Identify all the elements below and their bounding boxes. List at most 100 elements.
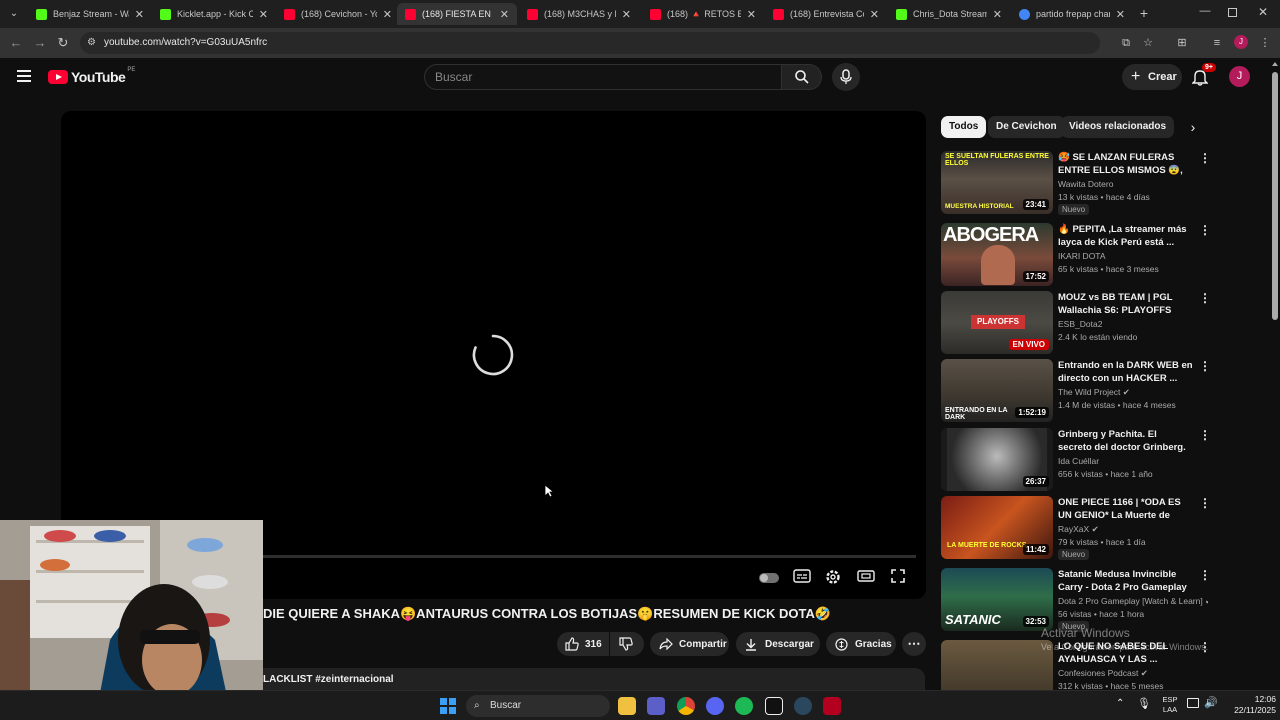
channel-name[interactable]: Wawita Dotero [1058,179,1208,189]
forward-icon[interactable]: → [32,35,48,51]
fullscreen-icon[interactable] [891,569,911,589]
video-thumbnail[interactable]: LA MUERTE DE ROCKS 11:42 [941,496,1053,559]
video-thumbnail[interactable]: ABOGERA 17:52 [941,223,1053,286]
search-button[interactable] [782,64,822,90]
windows-start-icon[interactable] [440,698,456,714]
browser-tab[interactable]: (168) M3CHAS y PAR ✕ [519,3,639,25]
close-window-button[interactable]: ✕ [1256,5,1270,21]
reload-icon[interactable]: ↻ [55,35,71,51]
channel-name[interactable]: Confesiones Podcast ✔ [1058,668,1208,679]
share-button[interactable]: Compartir [650,632,729,656]
more-options-icon[interactable]: ⋮ [1199,223,1211,237]
recommendation-item[interactable]: ENTRANDO EN LA DARK 1:52:19 Entrando en … [941,359,1221,423]
teams-icon[interactable] [647,697,665,715]
subtitles-icon[interactable] [793,569,813,589]
recommendation-item[interactable]: 26:37 Grinberg y Pachita. El secreto del… [941,428,1221,492]
browser-tab[interactable]: (168) 🔺 RETOS EXTR ✕ [642,3,764,25]
chrome-icon[interactable] [677,697,695,715]
more-options-icon[interactable]: ⋮ [1199,151,1211,165]
more-options-icon[interactable]: ⋮ [1199,359,1211,373]
close-icon[interactable]: ✕ [135,8,144,21]
close-icon[interactable]: ✕ [993,8,1002,21]
red-app-icon[interactable] [823,697,841,715]
video-thumbnail[interactable]: SATANIC 32:53 [941,568,1053,631]
browser-menu-icon[interactable]: ⋮ [1256,34,1274,52]
maximize-button[interactable] [1228,8,1237,17]
theater-mode-icon[interactable] [857,569,877,589]
channel-name[interactable]: IKARI DOTA [1058,251,1208,261]
more-actions-button[interactable]: ⋯ [902,632,926,656]
browser-tab[interactable]: (168) Cevichon - You ✕ [276,3,400,25]
description-box[interactable]: LACKLIST #zeinternacional [263,668,925,692]
bookmark-star-icon[interactable]: ☆ [1139,34,1157,52]
channel-name[interactable]: Dota 2 Pro Gameplay [Watch & Learn] ✔ [1058,596,1208,607]
settings-gear-icon[interactable] [825,569,845,589]
microphone-tray-icon[interactable]: 🎙 [1137,697,1151,710]
steam-icon[interactable] [794,697,812,715]
browser-tab[interactable]: (168) Entrevista Com ✕ [765,3,887,25]
channel-name[interactable]: ESB_Dota2 [1058,319,1208,329]
close-icon[interactable]: ✕ [500,8,509,21]
search-input[interactable]: Buscar [424,64,782,90]
chip-from-channel[interactable]: De Cevichon [988,116,1065,138]
close-icon[interactable]: ✕ [747,8,756,21]
recommendation-item[interactable]: SE SUELTAN FULERAS ENTRE ELLOS MUESTRA H… [941,151,1221,215]
browser-tab[interactable]: partido frepap charle ✕ [1011,3,1133,25]
voice-search-button[interactable] [832,63,860,91]
channel-name[interactable]: The Wild Project ✔ [1058,387,1208,398]
like-button[interactable]: 316 [557,632,609,656]
recommendation-item[interactable]: PLAYOFFS EN VIVO MOUZ vs BB TEAM | PGL W… [941,291,1221,355]
more-options-icon[interactable]: ⋮ [1199,291,1211,305]
page-scrollbar[interactable] [1270,58,1280,690]
channel-name[interactable]: Ida Cuéllar [1058,456,1208,466]
back-icon[interactable]: ← [8,35,24,51]
close-icon[interactable]: ✕ [383,8,392,21]
capcut-icon[interactable] [765,697,783,715]
more-options-icon[interactable]: ⋮ [1199,568,1211,582]
keyboard-language[interactable]: ESP LAA [1160,695,1180,715]
recommendation-item[interactable]: ABOGERA 17:52 🔥 PEPITA ,La streamer más … [941,223,1221,287]
dislike-button[interactable] [610,632,644,656]
more-options-icon[interactable]: ⋮ [1199,496,1211,510]
url-field[interactable]: ⚙ youtube.com/watch?v=G03uUA5nfrc [80,32,1100,54]
account-avatar[interactable]: J [1229,66,1250,87]
browser-tab[interactable]: Benjaz Stream - Watc ✕ [28,3,152,25]
profile-avatar[interactable]: J [1234,35,1248,49]
recommendation-item[interactable]: SATANIC 32:53 Satanic Medusa Invincible … [941,568,1221,632]
browser-tab[interactable]: Chris_Dota Stream - V ✕ [888,3,1010,25]
volume-icon[interactable]: 🔊 [1204,696,1218,709]
install-app-icon[interactable]: ⧉ [1117,34,1135,52]
video-thumbnail[interactable]: 26:37 [941,428,1053,491]
browser-tab[interactable]: Kicklet.app - Kick Cha ✕ [152,3,276,25]
site-info-icon[interactable]: ⚙ [87,32,96,54]
create-button[interactable]: + Crear [1122,64,1182,90]
taskbar-search-box[interactable]: ⌕ Buscar [466,695,610,717]
hamburger-menu-icon[interactable] [17,70,31,82]
chevron-right-icon[interactable]: › [1186,118,1200,136]
extensions-icon[interactable]: ⊞ [1173,34,1191,52]
chip-all[interactable]: Todos [941,116,987,138]
youtube-logo[interactable]: YouTube PE [48,67,135,86]
file-explorer-icon[interactable] [618,697,636,715]
thanks-button[interactable]: Gracias [826,632,896,656]
chip-related[interactable]: Videos relacionados [1061,116,1175,138]
media-control-icon[interactable]: ≡ [1208,34,1226,52]
channel-name[interactable]: RayXaX ✔ [1058,524,1208,535]
video-thumbnail[interactable] [941,640,1053,690]
close-icon[interactable]: ✕ [259,8,268,21]
more-options-icon[interactable]: ⋮ [1199,428,1211,442]
video-thumbnail[interactable]: PLAYOFFS EN VIVO [941,291,1053,354]
network-icon[interactable] [1187,698,1199,708]
browser-tab-active[interactable]: (168) FIESTA EN LA FI ✕ [397,3,517,25]
new-tab-button[interactable]: + [1136,5,1152,21]
autoplay-toggle[interactable] [759,573,779,583]
recommendation-item[interactable]: LA MUERTE DE ROCKS 11:42 ONE PIECE 1166 … [941,496,1221,560]
spotify-icon[interactable] [735,697,753,715]
tab-search-button[interactable]: ⌄ [6,6,22,22]
close-icon[interactable]: ✕ [1116,8,1125,21]
show-hidden-icons-icon[interactable]: ⌃ [1116,698,1126,709]
system-clock[interactable]: 12:06 22/11/2025 [1220,694,1276,716]
close-icon[interactable]: ✕ [870,8,879,21]
close-icon[interactable]: ✕ [622,8,631,21]
download-button[interactable]: Descargar [736,632,820,656]
